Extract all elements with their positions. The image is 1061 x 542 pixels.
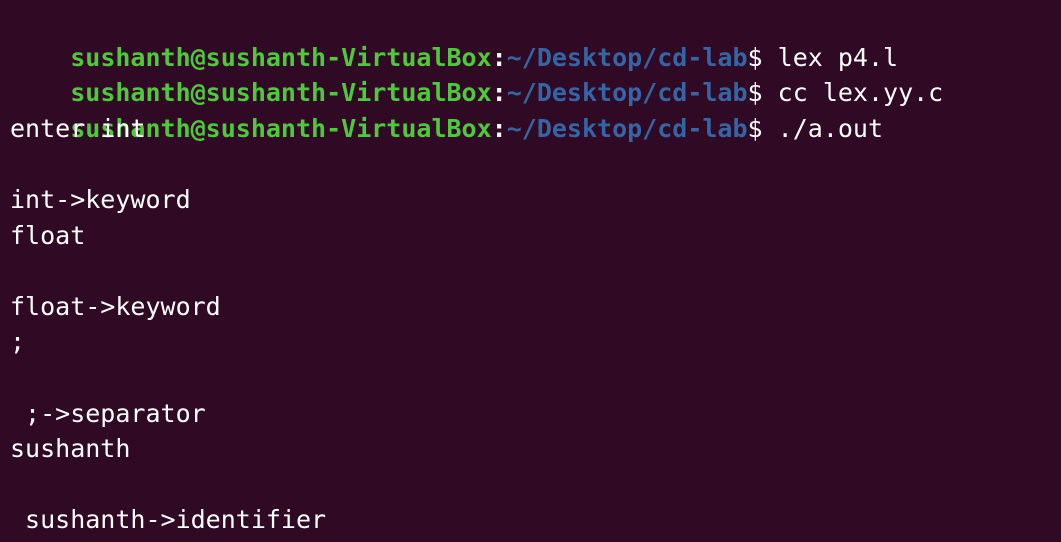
output-line: ;->separator	[10, 398, 206, 428]
output-line: ;	[10, 327, 26, 357]
output-line: float->keyword	[10, 291, 221, 321]
output-line: float	[10, 220, 86, 250]
prompt-separator: :	[491, 78, 507, 108]
prompt-sign: $	[747, 78, 763, 108]
prompt-separator: :	[491, 42, 507, 72]
prompt-path: ~/Desktop/cd-lab	[506, 78, 748, 108]
output-line: sushanth	[10, 434, 131, 464]
prompt-separator: :	[491, 113, 507, 143]
prompt-command: cc lex.yy.c	[762, 78, 944, 108]
prompt-path: ~/Desktop/cd-lab	[506, 113, 748, 143]
terminal-window[interactable]: sushanth@sushanth-VirtualBox:~/Desktop/c…	[0, 0, 1061, 542]
prompt-user-host: sushanth@sushanth-VirtualBox	[70, 42, 492, 72]
prompt-path: ~/Desktop/cd-lab	[506, 42, 748, 72]
prompt-sign: $	[747, 42, 763, 72]
prompt-sign: $	[747, 113, 763, 143]
prompt-command: ./a.out	[762, 113, 884, 143]
output-line: int->keyword	[10, 184, 191, 214]
prompt-line: sushanth@sushanth-VirtualBox:~/Desktop/c…	[10, 4, 1061, 72]
prompt-command: lex p4.l	[762, 42, 899, 72]
prompt-user-host: sushanth@sushanth-VirtualBox	[70, 78, 492, 108]
output-line: sushanth->identifier	[10, 505, 327, 535]
